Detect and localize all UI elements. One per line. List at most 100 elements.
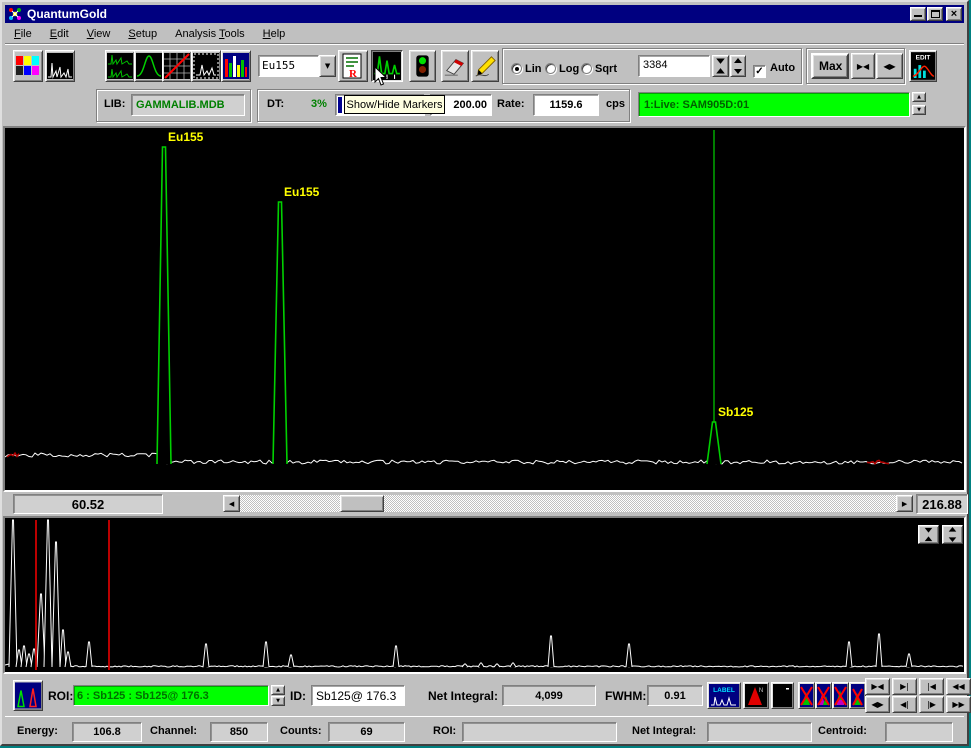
minimize-icon [914, 15, 922, 17]
nav-button-r0-c2[interactable]: |◀ [919, 678, 944, 695]
full-scale-value: 3384 [643, 59, 667, 71]
dual-spectrum-button[interactable] [105, 50, 135, 82]
chevron-down-icon: ▼ [325, 62, 330, 70]
svg-text:Eu155: Eu155 [284, 185, 320, 199]
main-spectrum-chart[interactable]: Eu155Eu155Sb125 [3, 126, 966, 492]
arrow-down-icon: ▼ [917, 107, 921, 113]
id-label: ID: [290, 689, 306, 703]
nav-button-r1-c1[interactable]: ◀| [892, 696, 917, 713]
color-palette-button[interactable] [13, 50, 43, 82]
peak-fill-button[interactable]: N [743, 682, 769, 709]
roi-spin-down-button[interactable]: ▼ [271, 696, 285, 706]
roi-select-field[interactable]: 6 : Sb125 : Sb125@ 176.3 [73, 685, 269, 706]
scale-radio-lin[interactable]: Lin [511, 59, 542, 77]
report-button[interactable]: R [338, 50, 368, 82]
blank-display-icon [773, 684, 792, 707]
scroll-left-button[interactable]: ◀ [223, 495, 240, 512]
nav-button-r1-c2[interactable]: |▶ [919, 696, 944, 713]
library-field[interactable]: GAMMALIB.MDB [131, 94, 245, 116]
annotate-button[interactable] [471, 50, 499, 82]
compare-spectra-button[interactable] [221, 50, 251, 82]
maximize-button[interactable] [927, 7, 943, 21]
scale-radio-log[interactable]: Log [545, 59, 579, 77]
close-button[interactable]: × [946, 7, 962, 21]
edit-spectrum-button[interactable]: EDIT [909, 50, 937, 82]
menu-item-view[interactable]: View [78, 26, 120, 42]
maximize-icon [931, 10, 940, 18]
fwhm-value: 0.91 [664, 690, 685, 702]
compress-horizontal-button[interactable]: ▶◀ [851, 53, 875, 79]
delete-roi-button-1[interactable] [798, 682, 815, 709]
expand-vertical-button[interactable] [730, 55, 746, 77]
peak-label-button[interactable]: LABEL [707, 682, 741, 709]
energy-scroll-row: 60.52 ◀ ▶ 216.88 [5, 493, 964, 515]
menu-item-edit[interactable]: Edit [41, 26, 78, 42]
full-scale-input[interactable]: 3384 [638, 55, 710, 77]
menu-item-help[interactable]: Help [254, 26, 295, 42]
menu-item-file[interactable]: File [5, 26, 41, 42]
calibration-button[interactable] [162, 50, 192, 82]
info-toolbar: LIB: GAMMALIB.MDB DT: 3% 200.00 Rate: 11… [5, 87, 964, 125]
delete-roi-icon [817, 684, 830, 707]
svg-text:Sb125: Sb125 [718, 405, 754, 419]
nav-button-r0-c0[interactable]: ▶◀ [865, 678, 890, 695]
max-button[interactable]: Max [811, 53, 849, 79]
single-spectrum-button[interactable] [45, 50, 75, 82]
log-label: Log [559, 63, 579, 75]
expand-horizontal-button[interactable]: ◀▶ [876, 53, 903, 79]
peak-fit-button[interactable] [134, 50, 164, 82]
compress-vertical-button[interactable] [712, 55, 729, 77]
svg-text:N: N [759, 688, 763, 694]
spectrum-scrollbar[interactable]: ◀ ▶ [223, 495, 913, 512]
minimize-button[interactable] [910, 7, 926, 21]
marquee-spectrum-icon [193, 52, 219, 80]
nav-button-r1-c3[interactable]: ▶▶ [946, 696, 971, 713]
rate-unit-label: cps [606, 98, 625, 110]
overview-compress-button[interactable] [918, 525, 939, 544]
auto-checkbox[interactable]: ✓Auto [753, 58, 795, 78]
expand-region-button[interactable] [191, 50, 221, 82]
nuclide-combobox[interactable]: Eu155 ▼ [258, 55, 336, 77]
net-integral-status-label: Net Integral: [632, 725, 696, 737]
close-icon: × [951, 9, 957, 19]
live-status-value: 1:Live: SAM905D:01 [644, 99, 749, 111]
nav-button-r0-c3[interactable]: ◀◀ [946, 678, 971, 695]
erase-button[interactable] [441, 50, 469, 82]
compress-horizontal-icon: ▶◀ [857, 62, 869, 71]
range-end-value: 216.88 [922, 497, 962, 512]
rate-value: 1159.6 [549, 99, 582, 111]
range-start-field: 60.52 [13, 494, 163, 514]
expand-vertical-icon [731, 56, 745, 76]
blank-display-button[interactable] [771, 682, 794, 709]
delete-roi-button-4[interactable] [849, 682, 866, 709]
roi-status-label: ROI: [433, 725, 456, 737]
channel-field: 850 [210, 722, 268, 742]
nuclide-dropdown-button[interactable]: ▼ [319, 55, 336, 77]
title-bar[interactable]: QuantumGold × [5, 5, 964, 23]
acquire-start-stop-button[interactable] [409, 50, 436, 82]
lib-label: LIB: [104, 98, 125, 110]
live-status-field: 1:Live: SAM905D:01 [638, 92, 910, 117]
overview-expand-button[interactable] [942, 525, 963, 544]
fwhm-label: FWHM: [605, 689, 646, 703]
dual-spectrum-icon [107, 52, 133, 80]
menu-item-setup[interactable]: Setup [119, 26, 166, 42]
nav-button-r1-c0[interactable]: ◀▶ [865, 696, 890, 713]
roi-view-button[interactable] [13, 680, 43, 711]
delete-roi-button-2[interactable] [815, 682, 832, 709]
scroll-right-button[interactable]: ▶ [896, 495, 913, 512]
delete-roi-button-3[interactable] [832, 682, 849, 709]
centroid-label: Centroid: [818, 725, 867, 737]
radio-sqrt-icon [581, 63, 592, 74]
roi-spin-up-button[interactable]: ▲ [271, 685, 285, 695]
detector-spin-up-button[interactable]: ▲ [912, 92, 926, 102]
scrollbar-thumb[interactable] [340, 495, 384, 512]
range-start-value: 60.52 [72, 497, 105, 512]
scale-radio-sqrt[interactable]: Sqrt [581, 59, 617, 77]
menu-item-analysis-tools[interactable]: Analysis Tools [166, 26, 254, 42]
nav-button-r0-c1[interactable]: ▶| [892, 678, 917, 695]
overview-spectrum-chart[interactable] [3, 516, 966, 674]
id-field[interactable]: Sb125@ 176.3 [311, 685, 405, 706]
detector-spin-down-button[interactable]: ▼ [912, 105, 926, 115]
fwhm-field: 0.91 [647, 685, 703, 706]
